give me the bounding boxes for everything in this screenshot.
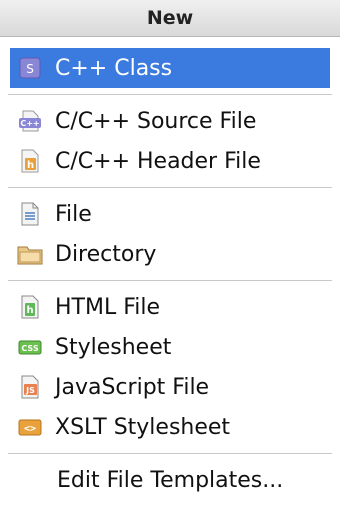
menu-item-html-file[interactable]: h HTML File <box>0 287 340 327</box>
menu-item-label: Stylesheet <box>55 334 172 360</box>
cpp-header-file-icon: h <box>17 148 43 174</box>
menu-item-label: C++ Class <box>55 55 173 81</box>
css-file-icon: CSS <box>17 334 43 360</box>
menu-item-label: Edit File Templates... <box>57 467 284 493</box>
cpp-source-file-icon: C++ <box>17 108 43 134</box>
menu-list: S C++ Class C++ C/C++ Source File h C/C+… <box>0 37 340 500</box>
svg-text:C++: C++ <box>20 119 39 128</box>
new-file-popup-menu: New S C++ Class C++ C/C++ Source File h … <box>0 0 340 514</box>
svg-text:JS: JS <box>25 386 35 395</box>
menu-item-javascript-file[interactable]: JS JavaScript File <box>0 367 340 407</box>
menu-item-directory[interactable]: Directory <box>0 234 340 274</box>
svg-text:<>: <> <box>24 424 36 435</box>
menu-separator <box>8 187 332 188</box>
svg-text:h: h <box>26 305 33 316</box>
menu-item-stylesheet[interactable]: CSS Stylesheet <box>0 327 340 367</box>
menu-item-cpp-source-file[interactable]: C++ C/C++ Source File <box>0 101 340 141</box>
menu-item-label: XSLT Stylesheet <box>55 414 231 440</box>
folder-icon <box>17 241 43 267</box>
html-file-icon: h <box>17 294 43 320</box>
menu-item-xslt-stylesheet[interactable]: <> XSLT Stylesheet <box>0 407 340 447</box>
menu-separator <box>8 280 332 281</box>
menu-item-cpp-class[interactable]: S C++ Class <box>10 48 330 88</box>
svg-text:CSS: CSS <box>21 344 38 353</box>
popup-header: New <box>0 0 340 37</box>
svg-text:S: S <box>26 62 34 76</box>
cpp-class-icon: S <box>17 55 43 81</box>
menu-item-cpp-header-file[interactable]: h C/C++ Header File <box>0 141 340 181</box>
menu-item-file[interactable]: File <box>0 194 340 234</box>
menu-separator <box>8 453 332 454</box>
menu-item-label: C/C++ Header File <box>55 148 261 174</box>
menu-item-label: File <box>55 201 92 227</box>
svg-text:h: h <box>27 160 34 171</box>
javascript-file-icon: JS <box>17 374 43 400</box>
menu-separator <box>8 94 332 95</box>
menu-item-label: C/C++ Source File <box>55 108 257 134</box>
menu-item-label: Directory <box>55 241 157 267</box>
menu-item-label: HTML File <box>55 294 161 320</box>
popup-title: New <box>146 7 194 29</box>
text-file-icon <box>17 201 43 227</box>
menu-item-label: JavaScript File <box>55 374 210 400</box>
menu-item-edit-file-templates[interactable]: Edit File Templates... <box>0 460 340 500</box>
xslt-file-icon: <> <box>17 414 43 440</box>
